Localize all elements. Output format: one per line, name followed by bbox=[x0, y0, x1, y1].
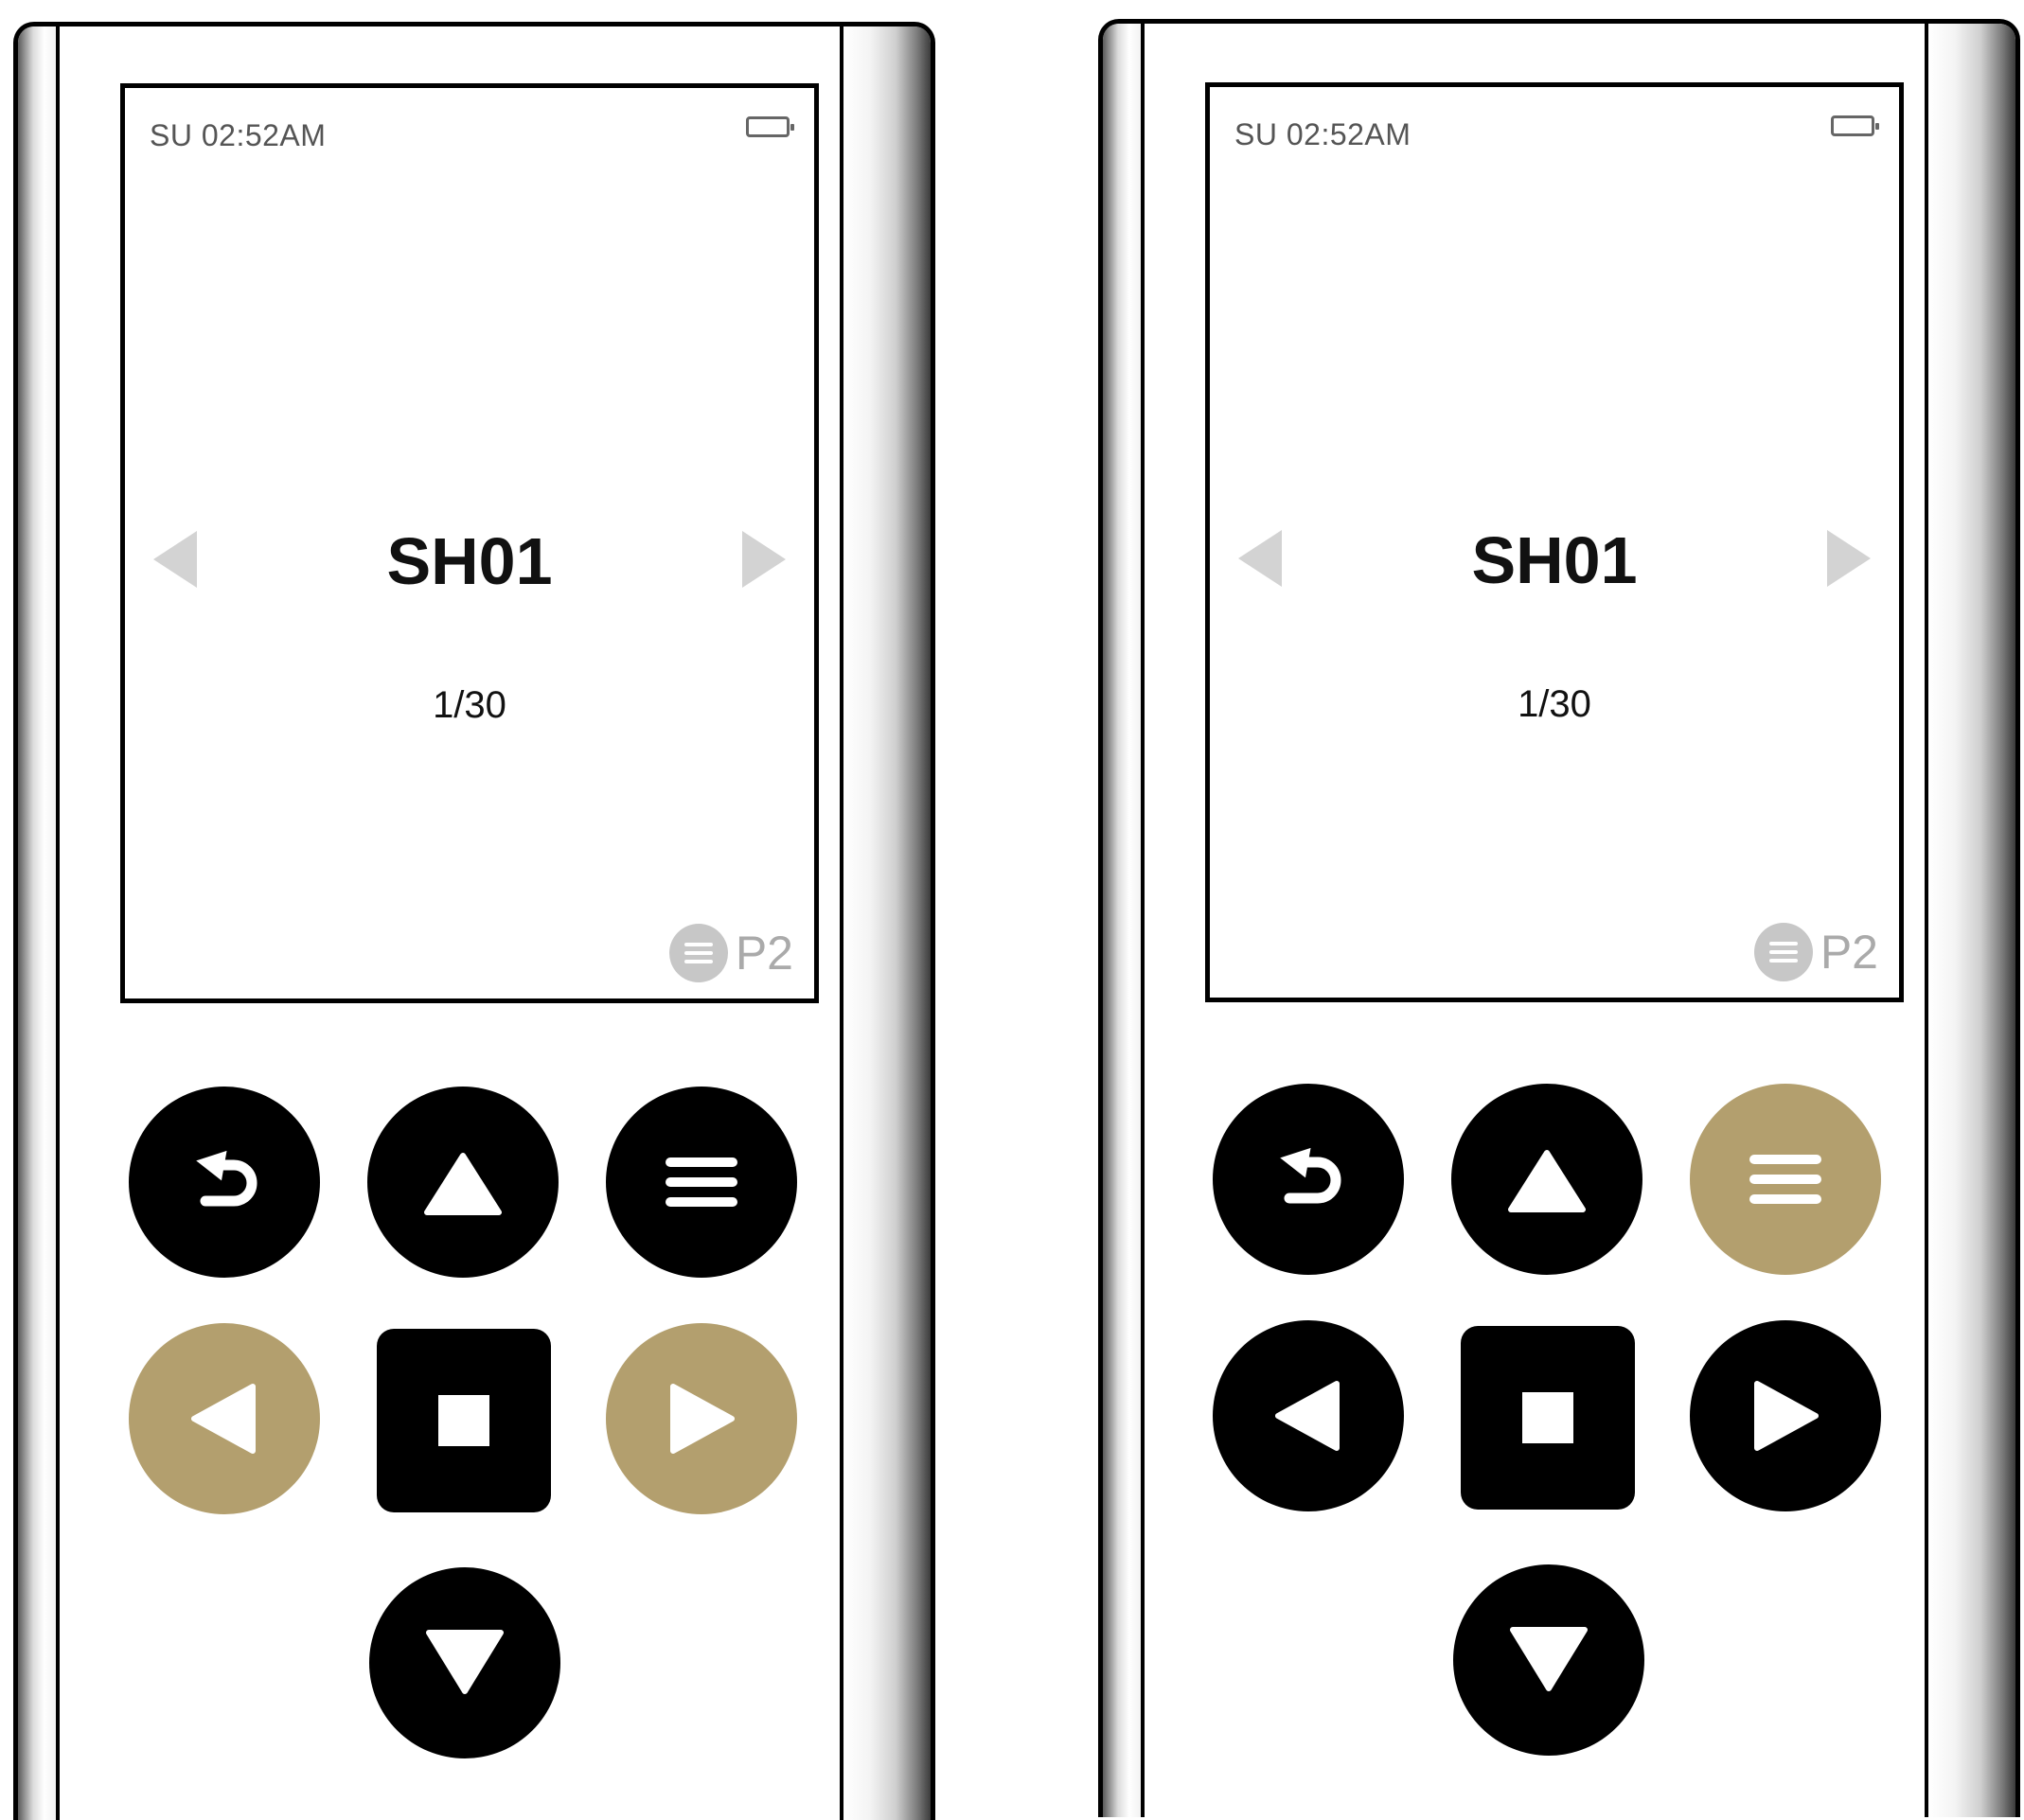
stop-icon bbox=[438, 1395, 489, 1446]
battery-icon bbox=[1831, 115, 1879, 136]
page-label: P2 bbox=[1820, 926, 1878, 979]
right-button[interactable] bbox=[606, 1323, 797, 1514]
page-label: P2 bbox=[735, 927, 793, 980]
page-menu-icon bbox=[1753, 923, 1813, 981]
back-arrow-icon bbox=[196, 1150, 257, 1207]
device-right-rail bbox=[1925, 24, 2015, 1817]
triangle-up-icon bbox=[424, 1153, 502, 1215]
menu-button[interactable] bbox=[606, 1087, 797, 1278]
device-left-rail bbox=[1103, 24, 1145, 1817]
display-screen: SU 02:52AM SH01 1/30 P2 bbox=[120, 83, 819, 1003]
battery-icon bbox=[746, 116, 794, 137]
back-button[interactable] bbox=[129, 1087, 320, 1278]
status-time: SU 02:52AM bbox=[1234, 117, 1411, 151]
status-time: SU 02:52AM bbox=[150, 118, 327, 152]
page-menu-icon bbox=[668, 924, 728, 982]
program-counter: 1/30 bbox=[1518, 683, 1591, 725]
stop-button[interactable] bbox=[377, 1329, 551, 1512]
program-counter: 1/30 bbox=[433, 684, 506, 726]
right-button[interactable] bbox=[1690, 1320, 1881, 1511]
down-button[interactable] bbox=[369, 1567, 560, 1758]
stop-icon bbox=[1522, 1392, 1573, 1443]
triangle-left-icon bbox=[191, 1384, 256, 1454]
triangle-right-icon bbox=[1754, 1381, 1819, 1451]
screen-next-arrow-icon[interactable] bbox=[742, 531, 786, 588]
menu-icon bbox=[1749, 1155, 1821, 1204]
triangle-down-icon bbox=[1510, 1627, 1588, 1691]
device-right-rail bbox=[840, 27, 931, 1820]
down-button[interactable] bbox=[1453, 1564, 1644, 1756]
up-button[interactable] bbox=[1451, 1084, 1642, 1275]
triangle-right-icon bbox=[670, 1384, 735, 1454]
device-left-rail bbox=[18, 27, 60, 1820]
back-button[interactable] bbox=[1213, 1084, 1404, 1275]
triangle-left-icon bbox=[1275, 1381, 1340, 1451]
back-arrow-icon bbox=[1280, 1147, 1341, 1204]
remote-device-2: SU 02:52AM SH01 1/30 P2 bbox=[1098, 19, 2020, 1817]
stop-button[interactable] bbox=[1461, 1326, 1635, 1510]
triangle-up-icon bbox=[1508, 1150, 1586, 1212]
program-title: SH01 bbox=[386, 524, 553, 598]
triangle-down-icon bbox=[426, 1630, 504, 1694]
program-title: SH01 bbox=[1471, 523, 1638, 597]
left-button[interactable] bbox=[1213, 1320, 1404, 1511]
menu-button[interactable] bbox=[1690, 1084, 1881, 1275]
screen-next-arrow-icon[interactable] bbox=[1827, 530, 1871, 587]
page-indicator: P2 bbox=[668, 924, 793, 982]
remote-device-1: SU 02:52AM SH01 1/30 P2 bbox=[13, 22, 935, 1820]
menu-icon bbox=[666, 1157, 737, 1207]
up-button[interactable] bbox=[367, 1087, 559, 1278]
page-indicator: P2 bbox=[1753, 923, 1878, 981]
left-button[interactable] bbox=[129, 1323, 320, 1514]
display-screen: SU 02:52AM SH01 1/30 P2 bbox=[1205, 82, 1904, 1002]
